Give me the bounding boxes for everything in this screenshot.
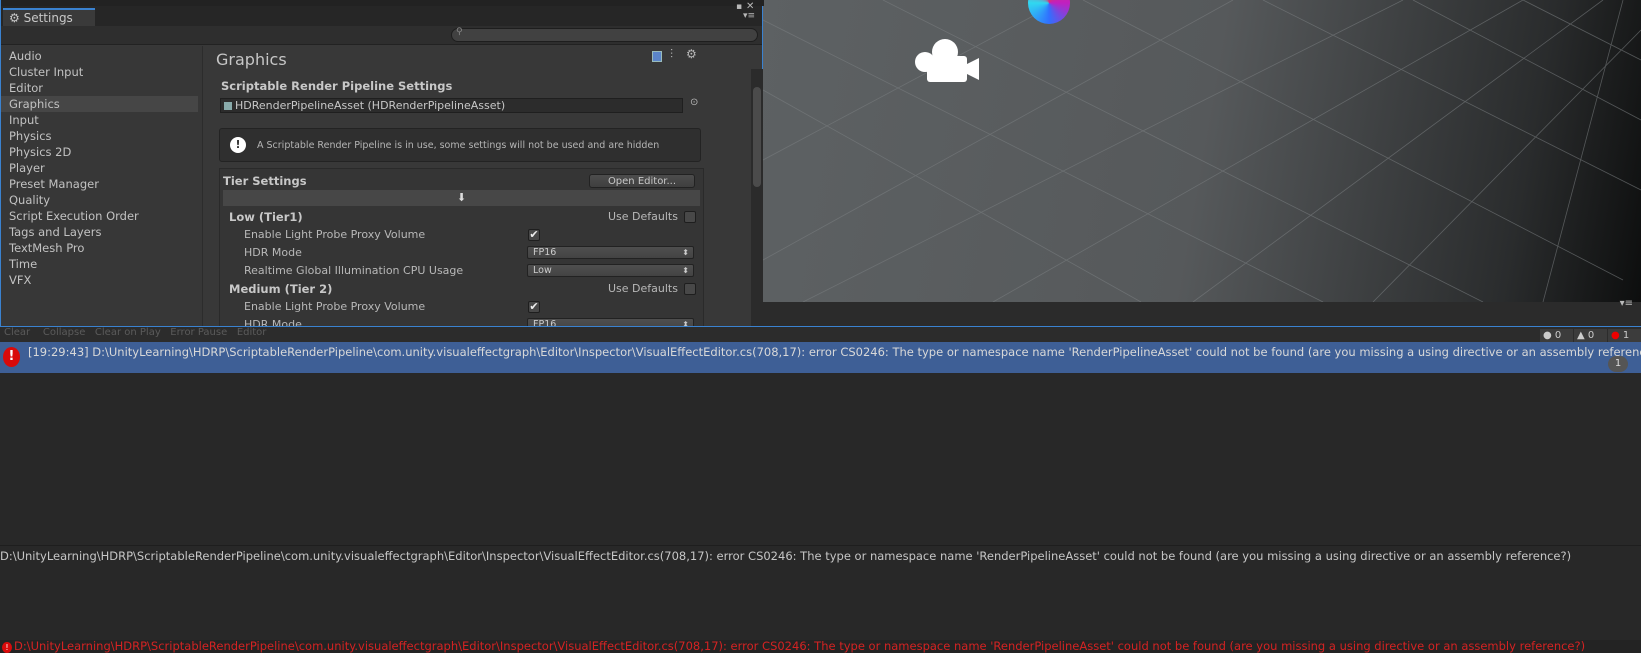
use-defaults-checkbox[interactable] [684,283,696,295]
sidebar-item-physics-2d[interactable]: Physics 2D [1,144,202,160]
dropdown-arrows-icon: ⬍ [682,266,689,275]
vertical-scrollbar[interactable] [751,69,763,332]
object-picker-icon[interactable]: ⊙ [690,97,698,108]
sidebar-item-textmesh-pro[interactable]: TextMesh Pro [1,240,202,256]
sidebar-item-input[interactable]: Input [1,112,202,128]
info-icon: ● [1543,330,1552,341]
sidebar-item-player[interactable]: Player [1,160,202,176]
warning-count-toggle[interactable]: ▲ 0 [1574,329,1607,343]
tab-settings[interactable]: ⚙ Settings [3,8,95,27]
sidebar-item-tags-and-layers[interactable]: Tags and Layers [1,224,202,240]
status-bar[interactable]: ! D:\UnityLearning\HDRP\ScriptableRenderP… [0,640,1641,653]
maximize-icon[interactable]: ▪ [736,2,742,12]
tab-bar: ⚙ Settings ▪ ✕ ▾≡ [1,1,762,27]
error-count-toggle[interactable]: ● 1 [1608,329,1641,343]
clear-on-play-button[interactable]: Clear on Play [95,327,161,338]
editor-dropdown[interactable]: Editor [237,327,267,338]
scene-view[interactable] [763,0,1641,302]
srp-settings-label: Scriptable Render Pipeline Settings [221,79,453,93]
collapse-button[interactable]: Collapse [43,327,86,338]
console-header: ▾≡ [763,298,1641,326]
search-icon: ⚲ [456,27,463,37]
panel-menu-icon[interactable]: ▾≡ [1620,298,1633,309]
preset-sliders-icon[interactable]: ⫶ [670,47,673,62]
sidebar-item-editor[interactable]: Editor [1,80,202,96]
gi-cpu-usage-dropdown[interactable]: Low ⬍ [527,264,694,277]
asset-icon [224,102,232,110]
error-icon: ! [3,347,20,367]
scene-grid [763,0,1641,302]
sidebar-item-preset-manager[interactable]: Preset Manager [1,176,202,192]
page-title: Graphics [216,50,287,69]
warning-icon: ▲ [1577,330,1585,341]
settings-gear-icon[interactable]: ⚙ [686,47,697,61]
help-box: ! A Scriptable Render Pipeline is in use… [219,128,701,162]
settings-window: ⚙ Settings ▪ ✕ ▾≡ ⚲ Audio Cluster Input … [0,0,764,333]
console-entry[interactable]: ! [19:29:43] D:\UnityLearning\HDRP\Scrip… [0,342,1641,373]
console-detail[interactable]: D:\UnityLearning\HDRP\ScriptableRenderPi… [0,545,1641,640]
tier-toggle-bar[interactable]: ⬇ [223,190,700,206]
sidebar-item-quality[interactable]: Quality [1,192,202,208]
error-icon: ! [2,642,12,653]
search-input[interactable]: ⚲ [451,27,758,42]
lppv-checkbox[interactable]: ✔ [528,301,540,313]
info-count-toggle[interactable]: ● 0 [1540,329,1573,343]
sidebar-item-vfx[interactable]: VFX [1,272,202,288]
graphics-panel: Graphics ⫶ ⚙ Scriptable Render Pipeline … [204,46,750,332]
error-pause-button[interactable]: Error Pause [170,327,227,338]
tier-medium: Medium (Tier 2) Use Defaults Enable Light… [220,280,703,332]
hdr-mode-dropdown[interactable]: FP16 ⬍ [527,246,694,259]
srp-asset-field[interactable]: HDRenderPipelineAsset (HDRenderPipelineA… [220,98,683,113]
dropdown-arrows-icon: ⬍ [682,248,689,257]
open-editor-button[interactable]: Open Editor... [589,174,695,188]
sidebar-item-cluster-input[interactable]: Cluster Input [1,64,202,80]
sidebar-item-script-execution-order[interactable]: Script Execution Order [1,208,202,224]
console-toolbar: Clear Collapse Clear on Play Error Pause… [0,326,1641,343]
sidebar-item-graphics[interactable]: Graphics [1,96,198,112]
scrollbar-thumb[interactable] [753,87,761,187]
tier-settings-box: Tier Settings Open Editor... ⬇ Low (Tier… [219,168,704,332]
settings-sidebar: Audio Cluster Input Editor Graphics Inpu… [1,46,203,332]
use-defaults-checkbox[interactable] [684,211,696,223]
download-arrow-icon: ⬇ [456,191,467,204]
error-icon: ● [1611,330,1620,341]
help-book-icon[interactable] [652,51,662,62]
info-icon: ! [230,137,246,153]
clear-button[interactable]: Clear [4,327,30,338]
camera-gizmo-icon[interactable] [913,38,993,83]
lppv-checkbox[interactable]: ✔ [528,229,540,241]
gear-icon: ⚙ [9,11,20,25]
sidebar-item-physics[interactable]: Physics [1,128,202,144]
sidebar-item-audio[interactable]: Audio [1,48,202,64]
collapse-count-badge: 1 [1608,356,1628,372]
panel-menu-icon[interactable]: ▾≡ [743,11,755,21]
sidebar-item-time[interactable]: Time [1,256,202,272]
